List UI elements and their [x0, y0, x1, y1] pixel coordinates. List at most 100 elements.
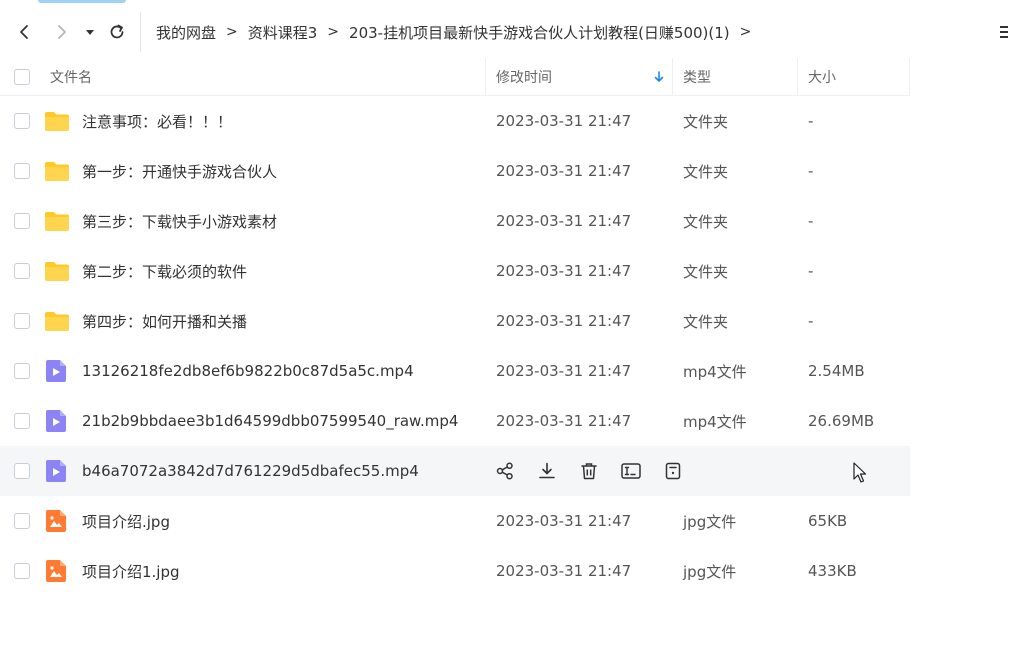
column-header-name[interactable]: 文件名	[50, 58, 92, 96]
file-type: 文件夹	[683, 312, 729, 331]
file-list: 注意事项：必看！！！ 2023-03-31 21:47 文件夹 - 第一步：开通…	[0, 96, 910, 596]
file-type: mp4文件	[683, 362, 747, 381]
file-modified-time: 2023-03-31 21:47	[496, 562, 632, 580]
more-actions-button[interactable]	[662, 460, 684, 482]
file-name[interactable]: 13126218fe2db8ef6b9822b0c87d5a5c.mp4	[82, 346, 414, 396]
row-checkbox[interactable]	[14, 513, 30, 529]
more-file-icon	[665, 462, 681, 480]
column-header-type[interactable]: 类型	[683, 58, 711, 96]
folder-icon	[45, 262, 69, 281]
folder-icon	[45, 312, 69, 331]
file-row[interactable]: 21b2b9bbdaee3b1d64599dbb07599540_raw.mp4…	[0, 396, 910, 446]
breadcrumb-item-root[interactable]: 我的网盘	[156, 22, 216, 43]
mouse-cursor-icon	[853, 462, 867, 483]
file-name[interactable]: 项目介绍.jpg	[82, 496, 170, 546]
row-checkbox[interactable]	[14, 113, 30, 129]
back-button[interactable]	[12, 20, 36, 44]
breadcrumb-separator: >	[327, 24, 340, 40]
history-dropdown-button[interactable]	[82, 20, 98, 44]
active-tab-indicator	[38, 0, 126, 3]
file-type: jpg文件	[683, 512, 737, 531]
rename-button[interactable]	[620, 460, 642, 482]
menu-line-icon	[1000, 31, 1008, 33]
nav-divider	[140, 12, 141, 52]
file-row[interactable]: 项目介绍1.jpg 2023-03-31 21:47 jpg文件 433KB	[0, 546, 910, 596]
file-name[interactable]: b46a7072a3842d7d761229d5dbafec55.mp4	[82, 446, 419, 496]
download-button[interactable]	[536, 460, 558, 482]
file-size: -	[808, 112, 814, 130]
sort-indicator[interactable]	[654, 58, 664, 96]
row-checkbox[interactable]	[14, 363, 30, 379]
forward-button[interactable]	[50, 20, 74, 44]
file-size: 2.54MB	[808, 362, 865, 380]
file-size: 433KB	[808, 562, 857, 580]
breadcrumb: 我的网盘 > 资料课程3 > 203-挂机项目最新快手游戏合伙人计划教程(日赚5…	[156, 6, 761, 58]
breadcrumb-item-current[interactable]: 203-挂机项目最新快手游戏合伙人计划教程(日赚500)(1)	[349, 22, 730, 43]
navigation-bar: 我的网盘 > 资料课程3 > 203-挂机项目最新快手游戏合伙人计划教程(日赚5…	[0, 6, 1011, 58]
file-type: 文件夹	[683, 112, 729, 131]
file-row[interactable]: 注意事项：必看！！！ 2023-03-31 21:47 文件夹 -	[0, 96, 910, 146]
file-modified-time: 2023-03-31 21:47	[496, 112, 632, 130]
row-checkbox[interactable]	[14, 213, 30, 229]
menu-line-icon	[1000, 26, 1008, 28]
row-checkbox[interactable]	[14, 313, 30, 329]
delete-button[interactable]	[578, 460, 600, 482]
folder-icon	[45, 112, 69, 131]
file-modified-time: 2023-03-31 21:47	[496, 512, 632, 530]
row-checkbox[interactable]	[14, 413, 30, 429]
breadcrumb-item-parent[interactable]: 资料课程3	[248, 22, 318, 43]
video-file-icon	[46, 410, 66, 432]
folder-icon	[45, 212, 69, 231]
file-type: 文件夹	[683, 162, 729, 181]
video-file-icon	[46, 460, 66, 482]
image-file-icon	[46, 510, 66, 532]
file-row[interactable]: 13126218fe2db8ef6b9822b0c87d5a5c.mp4 202…	[0, 346, 910, 396]
row-checkbox[interactable]	[14, 163, 30, 179]
file-row[interactable]: 第一步：开通快手游戏合伙人 2023-03-31 21:47 文件夹 -	[0, 146, 910, 196]
file-row[interactable]: 项目介绍.jpg 2023-03-31 21:47 jpg文件 65KB	[0, 496, 910, 546]
breadcrumb-separator: >	[226, 24, 238, 40]
select-all-cell	[14, 58, 30, 96]
file-name[interactable]: 第二步：下载必须的软件	[82, 246, 247, 296]
column-divider[interactable]	[797, 58, 798, 96]
column-divider[interactable]	[672, 58, 673, 96]
file-type: 文件夹	[683, 212, 729, 231]
select-all-checkbox[interactable]	[14, 69, 30, 85]
chevron-right-icon	[58, 25, 66, 39]
file-row-hovered[interactable]: b46a7072a3842d7d761229d5dbafec55.mp4	[0, 446, 910, 496]
file-row[interactable]: 第四步：如何开播和关播 2023-03-31 21:47 文件夹 -	[0, 296, 910, 346]
file-modified-time: 2023-03-31 21:47	[496, 312, 632, 330]
file-size: 26.69MB	[808, 412, 875, 430]
file-name[interactable]: 第一步：开通快手游戏合伙人	[82, 146, 277, 196]
file-size: 65KB	[808, 512, 848, 530]
folder-icon	[45, 162, 69, 181]
refresh-button[interactable]	[105, 20, 129, 44]
file-type: mp4文件	[683, 412, 747, 431]
file-row[interactable]: 第三步：下载快手小游戏素材 2023-03-31 21:47 文件夹 -	[0, 196, 910, 246]
column-divider[interactable]	[485, 58, 486, 96]
file-name[interactable]: 注意事项：必看！！！	[82, 96, 232, 146]
file-list-header: 文件名 修改时间 类型 大小	[0, 58, 910, 96]
file-size: -	[808, 212, 814, 230]
row-checkbox[interactable]	[14, 463, 30, 479]
file-name[interactable]: 第四步：如何开播和关播	[82, 296, 247, 346]
file-name[interactable]: 项目介绍1.jpg	[82, 546, 180, 596]
row-checkbox[interactable]	[14, 263, 30, 279]
column-header-size[interactable]: 大小	[808, 58, 836, 96]
file-name[interactable]: 21b2b9bbdaee3b1d64599dbb07599540_raw.mp4	[82, 396, 458, 446]
file-name[interactable]: 第三步：下载快手小游戏素材	[82, 196, 277, 246]
file-row[interactable]: 第二步：下载必须的软件 2023-03-31 21:47 文件夹 -	[0, 246, 910, 296]
row-checkbox[interactable]	[14, 563, 30, 579]
column-divider[interactable]	[909, 58, 910, 96]
menu-line-icon	[1000, 36, 1008, 38]
column-header-modified[interactable]: 修改时间	[496, 58, 552, 96]
file-type: 文件夹	[683, 262, 729, 281]
share-button[interactable]	[494, 460, 516, 482]
delete-icon	[581, 463, 597, 480]
view-menu-button[interactable]	[1000, 20, 1011, 44]
refresh-icon	[110, 24, 124, 39]
file-modified-time: 2023-03-31 21:47	[496, 162, 632, 180]
caret-down-icon	[86, 30, 94, 35]
file-size: -	[808, 262, 814, 280]
video-file-icon	[46, 360, 66, 382]
